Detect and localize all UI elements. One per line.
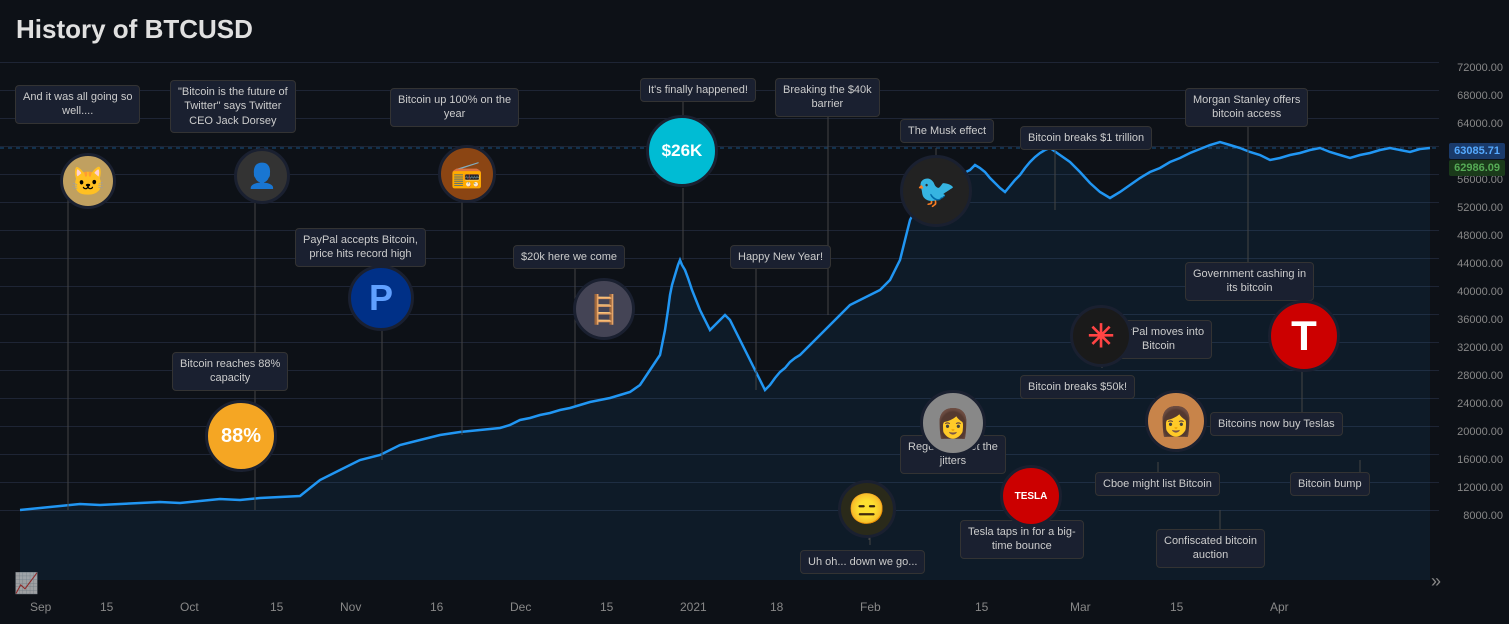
circle-paypal: P: [348, 265, 414, 331]
x-label: Apr: [1270, 600, 1289, 614]
y-label: 16000.00: [1457, 454, 1503, 466]
ann-government: Government cashing inits bitcoin: [1185, 262, 1314, 301]
x-label: Oct: [180, 600, 199, 614]
circle-janet: 👩: [920, 390, 986, 456]
y-label: 32000.00: [1457, 342, 1503, 354]
circle-cat: 🐱: [60, 153, 116, 209]
x-label: 15: [270, 600, 283, 614]
x-label: 15: [600, 600, 613, 614]
circle-woman: 👩: [1145, 390, 1207, 452]
circle-radio: 📻: [438, 145, 496, 203]
y-label: 64000.00: [1457, 118, 1503, 130]
x-label: Sep: [30, 600, 51, 614]
circle-spark: ✳: [1070, 305, 1132, 367]
ann-going-well: And it was all going sowell....: [15, 85, 140, 124]
y-label: 24000.00: [1457, 398, 1503, 410]
ann-finally: It's finally happened!: [640, 78, 756, 102]
ann-teslas: Bitcoins now buy Teslas: [1210, 412, 1343, 436]
chart-container: History of BTCUSD: [0, 0, 1509, 624]
y-label: 72000.00: [1457, 62, 1503, 74]
x-label: 2021: [680, 600, 707, 614]
price-badge-low: 62986.09: [1449, 160, 1505, 176]
nav-arrow-right[interactable]: »: [1431, 571, 1441, 592]
ann-confiscated: Confiscated bitcoinauction: [1156, 529, 1265, 568]
y-label: 48000.00: [1457, 230, 1503, 242]
y-label: 40000.00: [1457, 286, 1503, 298]
y-label: 68000.00: [1457, 90, 1503, 102]
y-label: 28000.00: [1457, 370, 1503, 382]
x-label: 15: [1170, 600, 1183, 614]
ann-jack-dorsey: "Bitcoin is the future ofTwitter" says T…: [170, 80, 296, 133]
x-label: 16: [430, 600, 443, 614]
ann-20k: $20k here we come: [513, 245, 625, 269]
ann-morgan-stanley: Morgan Stanley offersbitcoin access: [1185, 88, 1308, 127]
x-label: Mar: [1070, 600, 1091, 614]
x-label: Dec: [510, 600, 531, 614]
ann-uh-oh: Uh oh... down we go...: [800, 550, 925, 574]
ann-88capacity: Bitcoin reaches 88%capacity: [172, 352, 288, 391]
circle-tesla-logo: TESLA: [1000, 465, 1062, 527]
y-label: 20000.00: [1457, 426, 1503, 438]
x-label: 15: [100, 600, 113, 614]
ann-50k: Bitcoin breaks $50k!: [1020, 375, 1135, 399]
x-label: Nov: [340, 600, 361, 614]
circle-26k: $26K: [646, 115, 718, 187]
circle-ladder: 🪜: [573, 278, 635, 340]
circle-twitter: 🐦: [900, 155, 972, 227]
y-label: 12000.00: [1457, 482, 1503, 494]
x-label: 15: [975, 600, 988, 614]
ann-happy-new-year: Happy New Year!: [730, 245, 831, 269]
x-label: Feb: [860, 600, 881, 614]
ann-trillion: Bitcoin breaks $1 trillion: [1020, 126, 1152, 150]
ann-40k: Breaking the $40kbarrier: [775, 78, 880, 117]
ann-paypal: PayPal accepts Bitcoin,price hits record…: [295, 228, 426, 267]
circle-tesla-brand: T: [1268, 300, 1340, 372]
y-label: 44000.00: [1457, 258, 1503, 270]
x-label: 18: [770, 600, 783, 614]
y-label: 52000.00: [1457, 202, 1503, 214]
price-badge-high: 63085.71: [1449, 143, 1505, 159]
ann-bitcoin-bump: Bitcoin bump: [1290, 472, 1370, 496]
ann-cboe: Cboe might list Bitcoin: [1095, 472, 1220, 496]
brand-icon: 📈: [14, 571, 39, 596]
y-label: 8000.00: [1463, 510, 1503, 522]
y-label: 36000.00: [1457, 314, 1503, 326]
circle-88: 88%: [205, 400, 277, 472]
circle-sad: 😑: [838, 480, 896, 538]
circle-jack: 👤: [234, 148, 290, 204]
ann-100percent: Bitcoin up 100% on theyear: [390, 88, 519, 127]
ann-musk-effect: The Musk effect: [900, 119, 994, 143]
